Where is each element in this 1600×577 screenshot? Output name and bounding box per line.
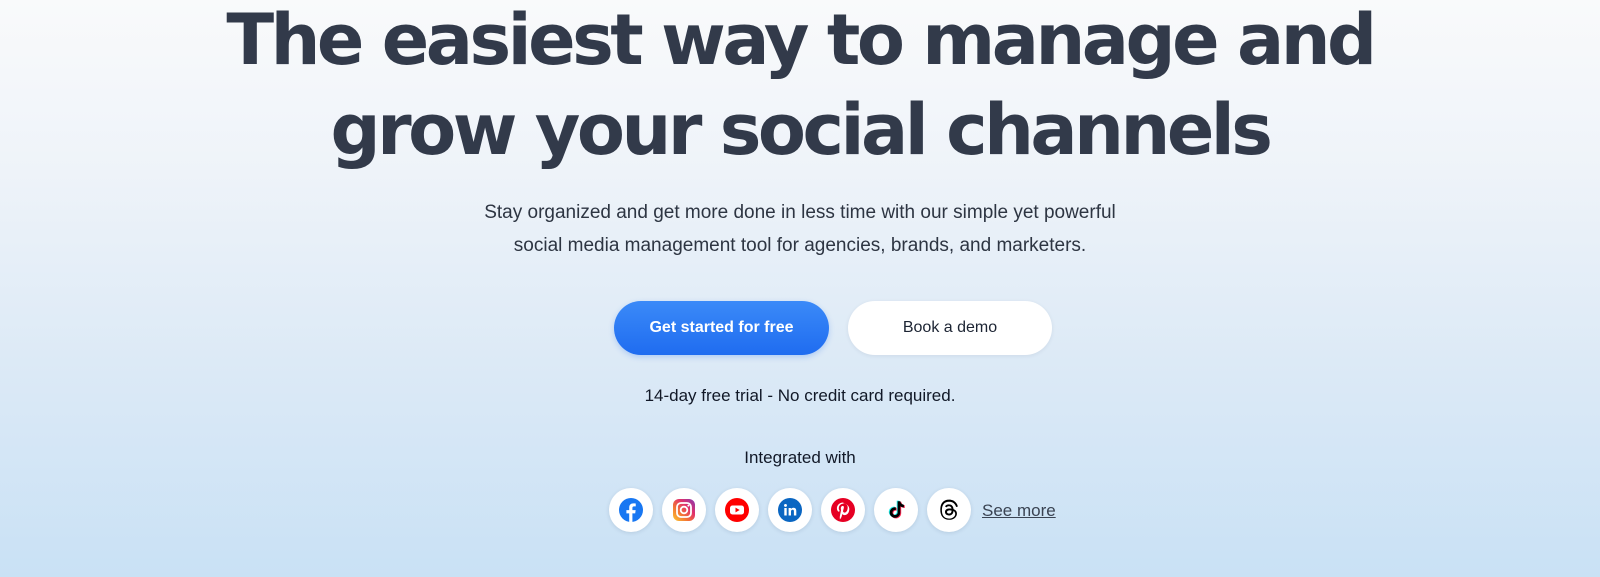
book-demo-button[interactable]: Book a demo <box>848 301 1052 355</box>
headline-line-2: grow your social channels <box>330 89 1273 171</box>
instagram-link[interactable] <box>662 488 706 532</box>
pinterest-link[interactable] <box>821 488 865 532</box>
instagram-icon <box>673 499 695 521</box>
linkedin-link[interactable] <box>768 488 812 532</box>
subtitle-line-2: social media management tool for agencie… <box>513 235 1087 256</box>
get-started-button[interactable]: Get started for free <box>614 301 829 355</box>
headline-line-1: The easiest way to manage and <box>226 0 1377 81</box>
tiktok-icon <box>888 500 905 519</box>
threads-link[interactable] <box>927 488 971 532</box>
see-more-link[interactable]: See more <box>982 500 1056 522</box>
tiktok-link[interactable] <box>874 488 918 532</box>
threads-icon <box>940 499 958 520</box>
facebook-icon <box>619 498 643 522</box>
hero-section: The easiest way to manage and grow your … <box>0 0 1600 577</box>
pinterest-icon <box>831 498 855 522</box>
trial-note: 14-day free trial - No credit card requi… <box>644 386 956 405</box>
linkedin-icon <box>778 498 802 522</box>
subtitle-line-1: Stay organized and get more done in less… <box>484 202 1116 223</box>
facebook-link[interactable] <box>609 488 653 532</box>
youtube-link[interactable] <box>715 488 759 532</box>
youtube-icon <box>725 498 749 522</box>
integrated-with-label: Integrated with <box>744 448 856 467</box>
